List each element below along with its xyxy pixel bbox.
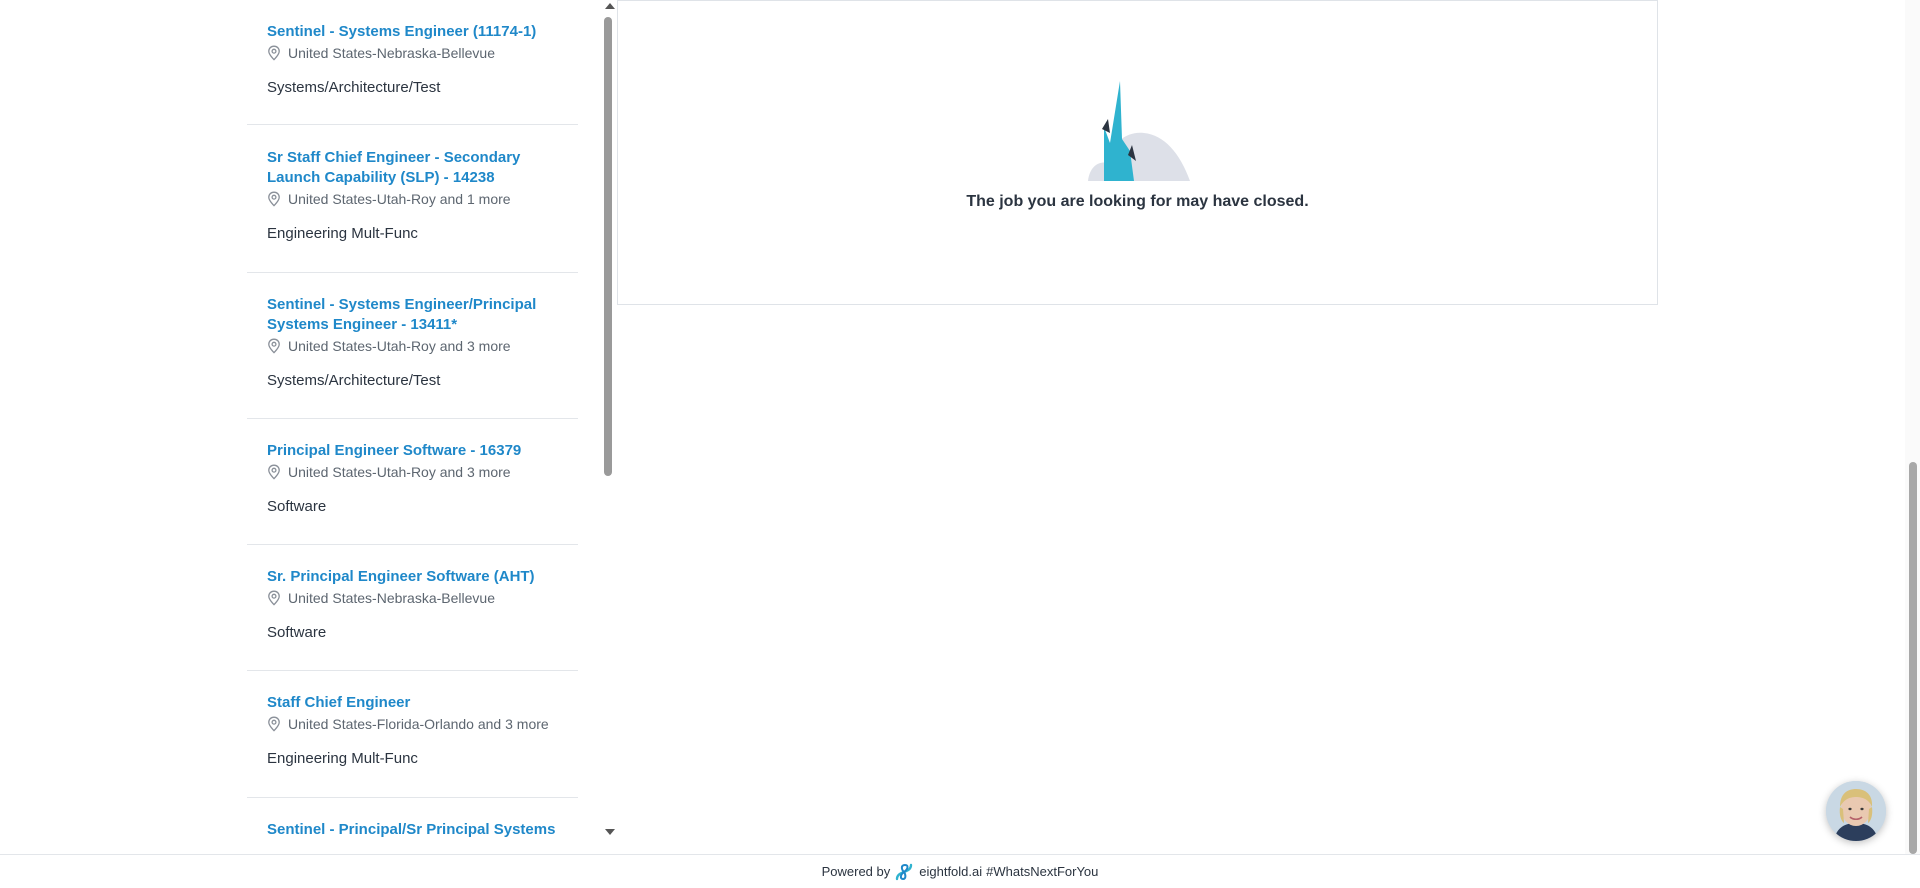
- job-title-link[interactable]: Sr Staff Chief Engineer - Secondary Laun…: [267, 148, 568, 188]
- job-category: Software: [267, 624, 327, 641]
- footer-brand-link[interactable]: eightfold.ai: [919, 864, 982, 879]
- job-list-scroll-thumb[interactable]: [604, 17, 612, 476]
- job-title-link[interactable]: Principal Engineer Software - 16379: [267, 441, 568, 461]
- job-closed-illustration: [1088, 81, 1190, 181]
- scroll-up-arrow-icon[interactable]: [605, 3, 615, 9]
- footer-powered-by: Powered by: [821, 864, 891, 879]
- job-card[interactable]: Sr Staff Chief Engineer - Secondary Laun…: [247, 148, 578, 273]
- job-title-link[interactable]: Staff Chief Engineer: [267, 693, 568, 713]
- page: Sentinel - Systems Engineer (11174-1) Un…: [0, 0, 1920, 888]
- job-location: United States-Utah-Roy and 3 more: [267, 462, 568, 482]
- job-location: United States-Florida-Orlando and 3 more: [267, 714, 568, 734]
- job-title-link[interactable]: Sr. Principal Engineer Software (AHT): [267, 567, 568, 587]
- footer-hashtag: #WhatsNextForYou: [986, 864, 1099, 879]
- job-location-text: United States-Nebraska-Bellevue: [288, 45, 495, 61]
- assistant-avatar-image: [1826, 781, 1886, 841]
- job-list: Sentinel - Systems Engineer (11174-1) Un…: [247, 0, 578, 854]
- job-category: Engineering Mult-Func: [267, 750, 418, 767]
- location-pin-icon: [268, 191, 280, 207]
- job-category: Engineering Mult-Func: [267, 225, 418, 242]
- job-card[interactable]: Sentinel - Principal/Sr Principal System…: [247, 820, 578, 854]
- page-scroll-thumb[interactable]: [1909, 462, 1917, 854]
- job-closed-message: The job you are looking for may have clo…: [966, 193, 1309, 210]
- job-location-text: United States-Utah-Roy and 3 more: [288, 464, 511, 480]
- scroll-down-arrow-icon[interactable]: [605, 829, 615, 835]
- job-category: Systems/Architecture/Test: [267, 372, 441, 389]
- location-pin-icon: [268, 716, 280, 732]
- job-location-text: United States-Utah-Roy and 1 more: [288, 191, 511, 207]
- job-category: Software: [267, 498, 327, 515]
- location-pin-icon: [268, 464, 280, 480]
- job-location: United States-Nebraska-Bellevue: [267, 43, 568, 63]
- job-location-text: United States-Nebraska-Bellevue: [288, 590, 495, 606]
- job-location-text: United States-Utah-Roy and 3 more: [288, 338, 511, 354]
- job-card[interactable]: Staff Chief Engineer United States-Flori…: [247, 693, 578, 798]
- job-list-scrollbar[interactable]: [602, 0, 615, 844]
- job-location: United States-Utah-Roy and 1 more: [267, 189, 568, 209]
- assistant-avatar[interactable]: [1826, 781, 1886, 841]
- location-pin-icon: [268, 45, 280, 61]
- location-pin-icon: [268, 590, 280, 606]
- job-card[interactable]: Principal Engineer Software - 16379 Unit…: [247, 441, 578, 545]
- job-category: Systems/Architecture/Test: [267, 79, 441, 96]
- footer: Powered by eightfold.ai #WhatsNextForYou: [0, 854, 1920, 888]
- page-scrollbar[interactable]: [1905, 0, 1920, 854]
- eightfold-logo-icon: [896, 863, 913, 880]
- job-title-link[interactable]: Sentinel - Systems Engineer (11174-1): [267, 22, 568, 42]
- job-card[interactable]: Sentinel - Systems Engineer/Principal Sy…: [247, 295, 578, 419]
- job-location: United States-Nebraska-Bellevue: [267, 588, 568, 608]
- job-title-link[interactable]: Sentinel - Systems Engineer/Principal Sy…: [267, 295, 568, 335]
- job-card[interactable]: Sr. Principal Engineer Software (AHT) Un…: [247, 567, 578, 671]
- location-pin-icon: [268, 338, 280, 354]
- job-title-link[interactable]: Sentinel - Principal/Sr Principal System…: [267, 820, 568, 840]
- job-detail-panel: The job you are looking for may have clo…: [617, 0, 1658, 305]
- job-location: United States-Utah-Roy and 3 more: [267, 336, 568, 356]
- job-location-text: United States-Florida-Orlando and 3 more: [288, 716, 549, 732]
- job-card[interactable]: Sentinel - Systems Engineer (11174-1) Un…: [247, 22, 578, 125]
